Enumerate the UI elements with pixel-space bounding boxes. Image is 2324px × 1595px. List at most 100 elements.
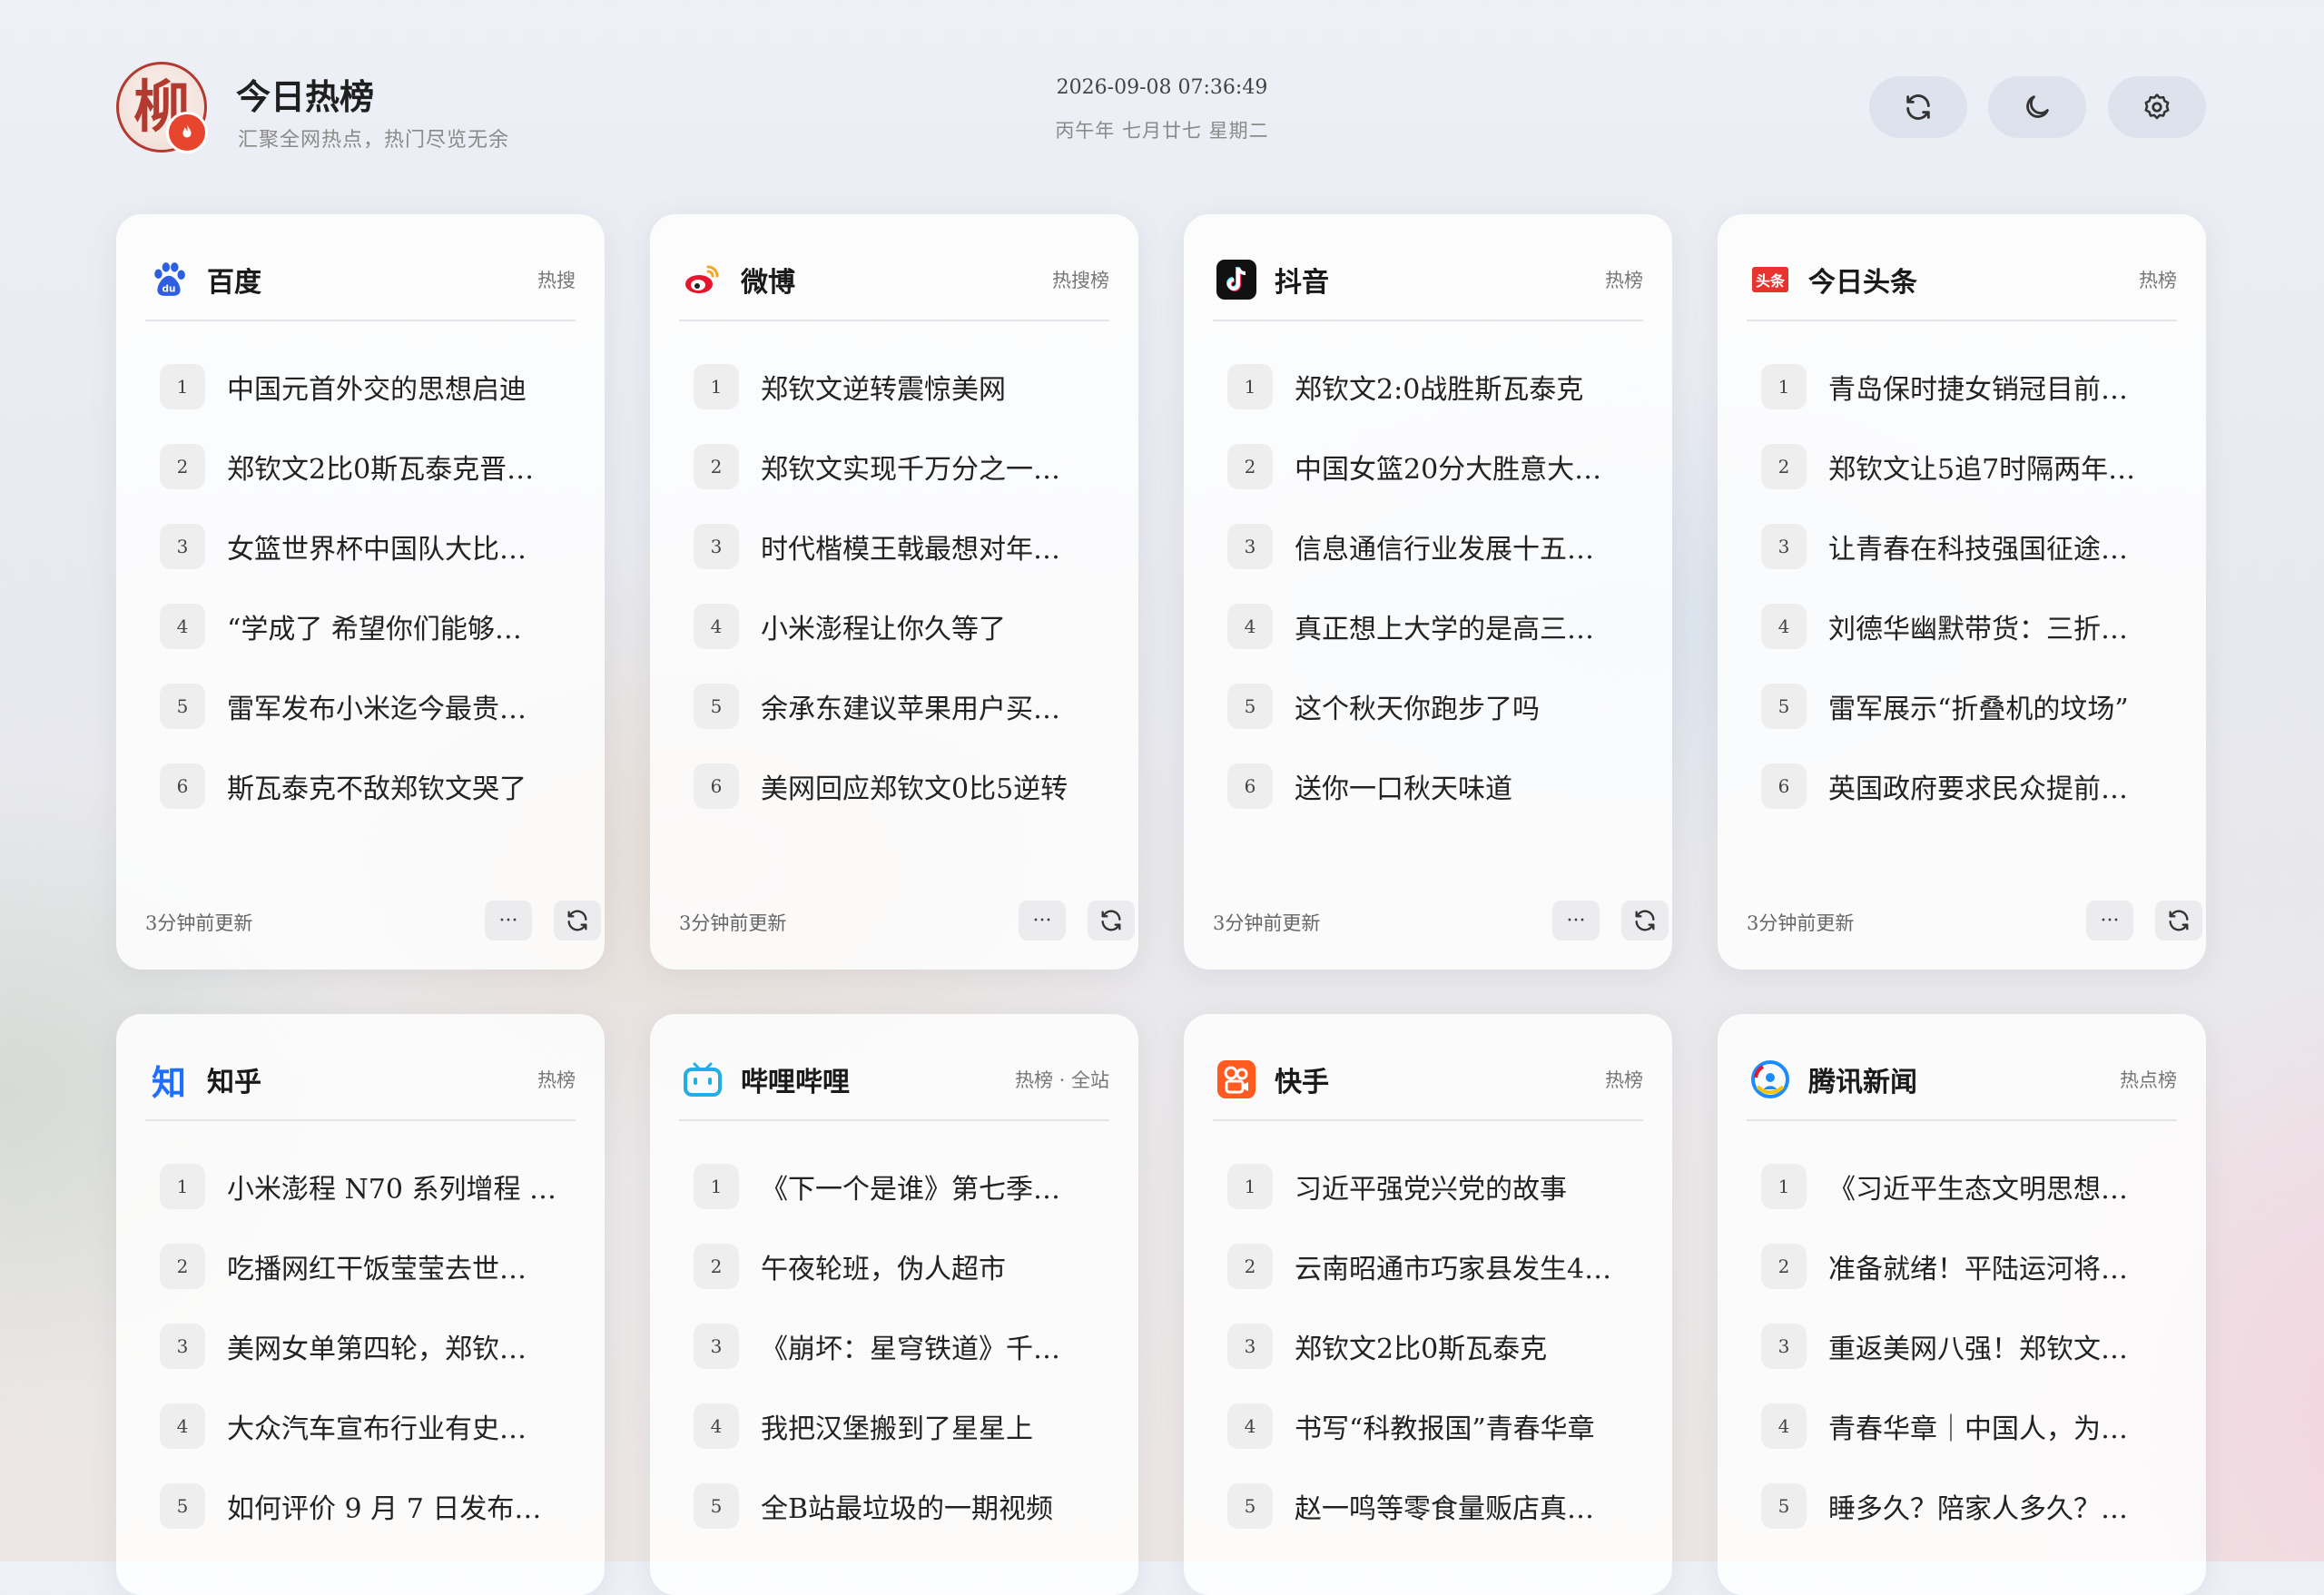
more-button[interactable]: ··· (2086, 901, 2133, 940)
item-title[interactable]: 郑钦文2比0斯瓦泰克晋… (227, 447, 534, 487)
list-item[interactable]: 2 郑钦文让5追7时隔两年… (1747, 427, 2177, 507)
list-item[interactable]: 4 “学成了 希望你们能够… (145, 586, 576, 666)
item-title[interactable]: 午夜轮班，伪人超市 (761, 1246, 1006, 1286)
item-title[interactable]: “学成了 希望你们能够… (227, 606, 522, 646)
list-item[interactable]: 1 小米澎程 N70 系列增程 … (145, 1147, 576, 1226)
list-item[interactable]: 2 云南昭通市巧家县发生4… (1213, 1226, 1643, 1306)
list-item[interactable]: 4 书写“科教报国”青春华章 (1213, 1386, 1643, 1466)
list-item[interactable]: 5 全B站最垃圾的一期视频 (679, 1466, 1109, 1546)
list-item[interactable]: 3 让青春在科技强国征途… (1747, 507, 2177, 586)
item-title[interactable]: 女篮世界杯中国队大比… (227, 527, 527, 566)
card-refresh-button[interactable] (1621, 901, 1669, 940)
item-title[interactable]: 美网女单第四轮，郑钦… (227, 1326, 527, 1366)
item-title[interactable]: 郑钦文让5追7时隔两年… (1828, 447, 2135, 487)
list-item[interactable]: 3 重返美网八强！郑钦文… (1747, 1306, 2177, 1386)
item-title[interactable]: 睡多久？陪家人多久？… (1828, 1486, 2128, 1526)
item-title[interactable]: 全B站最垃圾的一期视频 (761, 1486, 1053, 1526)
list-item[interactable]: 5 雷军展示“折叠机的坟场” (1747, 666, 2177, 746)
item-title[interactable]: 郑钦文2:0战胜斯瓦泰克 (1295, 367, 1583, 407)
source-tag[interactable]: 热点榜 (2120, 1066, 2177, 1093)
settings-button[interactable] (2108, 76, 2206, 138)
list-item[interactable]: 6 英国政府要求民众提前… (1747, 746, 2177, 826)
list-item[interactable]: 3 时代楷模王戟最想对年… (679, 507, 1109, 586)
item-title[interactable]: 英国政府要求民众提前… (1828, 766, 2128, 806)
item-title[interactable]: 大众汽车宣布行业有史… (227, 1406, 527, 1446)
list-item[interactable]: 4 青春华章｜中国人，为… (1747, 1386, 2177, 1466)
source-tag[interactable]: 热榜 (1605, 1066, 1643, 1093)
list-item[interactable]: 2 吃播网红干饭莹莹去世… (145, 1226, 576, 1306)
item-title[interactable]: 小米澎程让你久等了 (761, 606, 1006, 646)
item-title[interactable]: 时代楷模王戟最想对年… (761, 527, 1060, 566)
source-tag[interactable]: 热榜 · 全站 (1015, 1066, 1109, 1093)
list-item[interactable]: 5 赵一鸣等零食量贩店真… (1213, 1466, 1643, 1546)
item-title[interactable]: 郑钦文实现千万分之一… (761, 447, 1060, 487)
item-title[interactable]: 真正想上大学的是高三… (1295, 606, 1594, 646)
item-title[interactable]: 雷军发布小米迄今最贵… (227, 686, 527, 726)
item-title[interactable]: 小米澎程 N70 系列增程 … (227, 1167, 556, 1206)
list-item[interactable]: 5 这个秋天你跑步了吗 (1213, 666, 1643, 746)
source-tag[interactable]: 热搜 (537, 266, 576, 293)
list-item[interactable]: 3 《崩坏：星穹铁道》千… (679, 1306, 1109, 1386)
card-refresh-button[interactable] (554, 901, 601, 940)
list-item[interactable]: 5 如何评价 9 月 7 日发布… (145, 1466, 576, 1546)
list-item[interactable]: 3 信息通信行业发展十五… (1213, 507, 1643, 586)
list-item[interactable]: 7斯瓦泰克回应被逆转 (679, 826, 1109, 842)
list-item[interactable]: 5 雷军发布小米迄今最贵… (145, 666, 576, 746)
item-title[interactable]: 如何评价 9 月 7 日发布… (227, 1486, 541, 1526)
item-title[interactable]: 习近平强党兴党的故事 (1295, 1167, 1567, 1206)
more-button[interactable]: ··· (485, 901, 532, 940)
list-item[interactable]: 1 郑钦文逆转震惊美网 (679, 347, 1109, 427)
item-title[interactable]: 郑钦文逆转震惊美网 (761, 367, 1006, 407)
item-title[interactable]: 吃播网红干饭莹莹去世… (227, 1246, 527, 1286)
source-tag[interactable]: 热榜 (537, 1066, 576, 1093)
item-title[interactable]: 青春华章｜中国人，为… (1828, 1406, 2128, 1446)
list-item[interactable]: 4 刘德华幽默带货：三折… (1747, 586, 2177, 666)
list-item[interactable]: 7斯瓦泰克不敌郑钦文哭了 (1747, 826, 2177, 842)
source-tag[interactable]: 热搜榜 (1052, 266, 1109, 293)
item-title[interactable]: 送你一口秋天味道 (1295, 766, 1512, 806)
list-item[interactable]: 2 郑钦文2比0斯瓦泰克晋… (145, 427, 576, 507)
item-title[interactable]: 云南昭通市巧家县发生4… (1295, 1246, 1611, 1286)
list-item[interactable]: 3 美网女单第四轮，郑钦… (145, 1306, 576, 1386)
list-item[interactable]: 4 小米澎程让你久等了 (679, 586, 1109, 666)
item-title[interactable]: 准备就绪！平陆运河将… (1828, 1246, 2128, 1286)
item-title[interactable]: 中国女篮20分大胜意大… (1295, 447, 1601, 487)
source-tag[interactable]: 热榜 (2139, 266, 2177, 293)
list-item[interactable]: 6 美网回应郑钦文0比5逆转 (679, 746, 1109, 826)
list-item[interactable]: 4 大众汽车宣布行业有史… (145, 1386, 576, 1466)
item-title[interactable]: 书写“科教报国”青春华章 (1295, 1406, 1595, 1446)
item-title[interactable]: 中国元首外交的思想启迪 (227, 367, 527, 407)
item-title[interactable]: 斯瓦泰克不敌郑钦文哭了 (227, 766, 527, 806)
item-title[interactable]: 赵一鸣等零食量贩店真… (1295, 1486, 1594, 1526)
list-item[interactable]: 2 中国女篮20分大胜意大… (1213, 427, 1643, 507)
list-item[interactable]: 1 郑钦文2:0战胜斯瓦泰克 (1213, 347, 1643, 427)
theme-toggle-button[interactable] (1988, 76, 2086, 138)
list-item[interactable]: 6 斯瓦泰克不敌郑钦文哭了 (145, 746, 576, 826)
item-title[interactable]: 《崩坏：星穹铁道》千… (761, 1326, 1060, 1366)
item-title[interactable]: 这个秋天你跑步了吗 (1295, 686, 1540, 726)
list-item[interactable]: 2 午夜轮班，伪人超市 (679, 1226, 1109, 1306)
card-refresh-button[interactable] (2155, 901, 2202, 940)
item-title[interactable]: 青岛保时捷女销冠目前… (1828, 367, 2128, 407)
list-item[interactable]: 1 习近平强党兴党的故事 (1213, 1147, 1643, 1226)
refresh-all-button[interactable] (1869, 76, 1967, 138)
list-item[interactable]: 1 《习近平生态文明思想… (1747, 1147, 2177, 1226)
list-item[interactable]: 1 《下一个是谁》第七季… (679, 1147, 1109, 1226)
list-item[interactable]: 4 我把汉堡搬到了星星上 (679, 1386, 1109, 1466)
item-title[interactable]: 美网回应郑钦文0比5逆转 (761, 766, 1068, 806)
item-title[interactable]: 《下一个是谁》第七季… (761, 1167, 1060, 1206)
more-button[interactable]: ··· (1019, 901, 1066, 940)
list-item[interactable]: 3 女篮世界杯中国队大比… (145, 507, 576, 586)
item-title[interactable]: 重返美网八强！郑钦文… (1828, 1326, 2128, 1366)
list-item[interactable]: 1 青岛保时捷女销冠目前… (1747, 347, 2177, 427)
item-title[interactable]: 我把汉堡搬到了星星上 (761, 1406, 1033, 1446)
list-item[interactable]: 5 余承东建议苹果用户买… (679, 666, 1109, 746)
card-refresh-button[interactable] (1088, 901, 1135, 940)
list-item[interactable]: 1 中国元首外交的思想启迪 (145, 347, 576, 427)
item-title[interactable]: 雷军展示“折叠机的坟场” (1828, 686, 2129, 726)
list-item[interactable]: 3 郑钦文2比0斯瓦泰克 (1213, 1306, 1643, 1386)
list-item[interactable]: 2 准备就绪！平陆运河将… (1747, 1226, 2177, 1306)
list-item[interactable]: 2 郑钦文实现千万分之一… (679, 427, 1109, 507)
list-item[interactable]: 6 送你一口秋天味道 (1213, 746, 1643, 826)
item-title[interactable]: 《习近平生态文明思想… (1828, 1167, 2128, 1206)
